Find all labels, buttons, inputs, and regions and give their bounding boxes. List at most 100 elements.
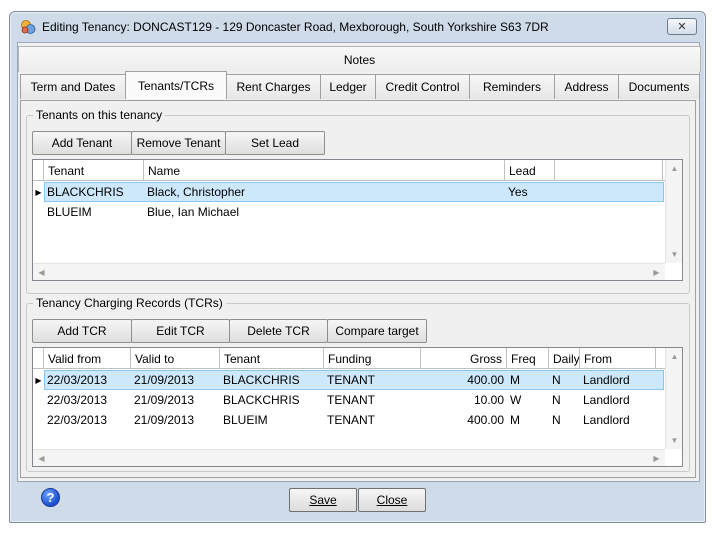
tab-notes-label: Notes — [343, 52, 376, 67]
tab-tenants-tcrs[interactable]: Tenants/TCRs — [125, 71, 227, 99]
column-header-gross[interactable]: Gross — [421, 348, 507, 369]
tab-label: Documents — [628, 80, 690, 94]
valid-from-cell: 22/03/2013 — [47, 393, 108, 407]
tab-documents[interactable]: Documents — [618, 74, 700, 99]
column-header-name[interactable]: Name — [144, 160, 505, 181]
scroll-down-icon[interactable]: ▼ — [666, 246, 682, 263]
scroll-down-icon[interactable]: ▼ — [666, 432, 682, 449]
tenants-group: Tenants on this tenancy Add Tenant Remov… — [26, 108, 690, 294]
add-tcr-button[interactable]: Add TCR — [32, 319, 132, 343]
title-bar[interactable]: Editing Tenancy: DONCAST129 - 129 Doncas… — [10, 12, 705, 40]
from-cell: Landlord — [583, 373, 630, 387]
set-lead-button[interactable]: Set Lead — [225, 131, 325, 155]
column-header-lead[interactable]: Lead — [505, 160, 555, 181]
column-header-daily[interactable]: Daily — [549, 348, 580, 369]
daily-cell: N — [552, 413, 561, 427]
scroll-left-icon[interactable]: ◀ — [33, 264, 50, 280]
close-button-label: Close — [376, 493, 408, 507]
table-row[interactable]: 22/03/2013 21/09/2013 BLACKCHRIS TENANT … — [33, 390, 664, 410]
tenants-horizontal-scrollbar[interactable]: ◀ ▶ — [33, 263, 665, 280]
row-indicator — [33, 390, 44, 410]
tab-reminders[interactable]: Reminders — [469, 74, 555, 99]
tab-ledger[interactable]: Ledger — [320, 74, 376, 99]
column-header-funding[interactable]: Funding — [324, 348, 421, 369]
tab-label: Reminders — [482, 80, 542, 94]
help-icon[interactable]: ? — [41, 488, 60, 507]
tenant-code-cell: BLUEIM — [47, 205, 92, 219]
tenant-lead-cell — [505, 202, 555, 222]
scroll-right-icon[interactable]: ▶ — [648, 264, 665, 280]
funding-cell: TENANT — [327, 373, 375, 387]
tenant-name-cell: Blue, Ian Michael — [147, 205, 240, 219]
column-header-tenant[interactable]: Tenant — [220, 348, 324, 369]
scroll-left-icon[interactable]: ◀ — [33, 450, 50, 466]
tab-term-and-dates[interactable]: Term and Dates — [20, 74, 126, 99]
row-indicator — [33, 410, 44, 430]
tenants-vertical-scrollbar[interactable]: ▲ ▼ — [665, 160, 682, 263]
tab-strip: Term and Dates Tenants/TCRs Rent Charges… — [20, 71, 700, 99]
valid-to-cell: 21/09/2013 — [134, 393, 195, 407]
tenant-cell: BLACKCHRIS — [223, 373, 300, 387]
current-row-arrow-icon: ▶ — [35, 375, 42, 385]
column-header-valid-from[interactable]: Valid from — [44, 348, 131, 369]
daily-cell: N — [552, 393, 561, 407]
table-row[interactable]: ▶ BLACKCHRIS Black, Christopher Yes — [33, 182, 664, 202]
valid-from-cell: 22/03/2013 — [47, 413, 108, 427]
edit-tcr-button[interactable]: Edit TCR — [131, 319, 230, 343]
tcr-vertical-scrollbar[interactable]: ▲ ▼ — [665, 348, 682, 449]
close-button[interactable]: Close — [358, 488, 426, 512]
valid-from-cell: 22/03/2013 — [47, 373, 108, 387]
tab-label: Term and Dates — [30, 80, 116, 94]
column-header-from[interactable]: From — [580, 348, 656, 369]
tcr-grid[interactable]: Valid from Valid to Tenant Funding Gross… — [32, 347, 683, 467]
scroll-up-icon[interactable]: ▲ — [666, 348, 682, 365]
tcr-group-title: Tenancy Charging Records (TCRs) — [33, 296, 226, 310]
add-tenant-button[interactable]: Add Tenant — [32, 131, 132, 155]
from-cell: Landlord — [583, 413, 630, 427]
tab-notes[interactable]: Notes — [18, 46, 701, 72]
tab-label: Credit Control — [385, 80, 460, 94]
tcr-horizontal-scrollbar[interactable]: ◀ ▶ — [33, 449, 665, 466]
scroll-up-icon[interactable]: ▲ — [666, 160, 682, 177]
valid-to-cell: 21/09/2013 — [134, 373, 195, 387]
tenant-cell: BLUEIM — [223, 413, 268, 427]
save-button[interactable]: Save — [289, 488, 357, 512]
from-cell: Landlord — [583, 393, 630, 407]
close-window-button[interactable]: ✕ — [667, 18, 697, 35]
tab-address[interactable]: Address — [554, 74, 619, 99]
tenant-lead-cell: Yes — [508, 185, 528, 199]
tab-label: Address — [564, 80, 609, 94]
tab-panel-tenants-tcrs: Tenants on this tenancy Add Tenant Remov… — [20, 100, 696, 478]
table-row[interactable]: BLUEIM Blue, Ian Michael — [33, 202, 664, 222]
tab-label: Rent Charges — [236, 80, 311, 94]
tcr-group: Tenancy Charging Records (TCRs) Add TCR … — [26, 296, 690, 472]
freq-cell: W — [510, 393, 522, 407]
tab-rent-charges[interactable]: Rent Charges — [226, 74, 321, 99]
tab-label: Tenants/TCRs — [137, 78, 215, 93]
tenant-name-cell: Black, Christopher — [147, 185, 246, 199]
freq-cell: M — [510, 413, 520, 427]
save-button-label: Save — [309, 493, 337, 507]
tab-label: Ledger — [329, 80, 367, 94]
column-header-valid-to[interactable]: Valid to — [131, 348, 220, 369]
tab-credit-control[interactable]: Credit Control — [375, 74, 470, 99]
table-row[interactable]: 22/03/2013 21/09/2013 BLUEIM TENANT 400.… — [33, 410, 664, 430]
table-row[interactable]: ▶ 22/03/2013 21/09/2013 BLACKCHRIS TENAN… — [33, 370, 664, 390]
remove-tenant-button[interactable]: Remove Tenant — [131, 131, 226, 155]
scroll-right-icon[interactable]: ▶ — [648, 450, 665, 466]
dialog-window: Editing Tenancy: DONCAST129 - 129 Doncas… — [9, 11, 706, 523]
current-row-arrow-icon: ▶ — [35, 187, 42, 197]
delete-tcr-button[interactable]: Delete TCR — [229, 319, 328, 343]
window-title: Editing Tenancy: DONCAST129 - 129 Doncas… — [42, 20, 549, 34]
column-header-freq[interactable]: Freq — [507, 348, 549, 369]
funding-cell: TENANT — [327, 413, 375, 427]
tenants-grid[interactable]: Tenant Name Lead ▶ BLACKCHRIS Black, Chr… — [32, 159, 683, 281]
gross-cell: 400.00 — [467, 413, 504, 427]
column-header-tenant[interactable]: Tenant — [44, 160, 144, 181]
funding-cell: TENANT — [327, 393, 375, 407]
compare-target-button[interactable]: Compare target — [327, 319, 427, 343]
valid-to-cell: 21/09/2013 — [134, 413, 195, 427]
gross-cell: 400.00 — [467, 373, 504, 387]
tenants-group-title: Tenants on this tenancy — [33, 108, 166, 122]
close-icon: ✕ — [677, 21, 687, 33]
